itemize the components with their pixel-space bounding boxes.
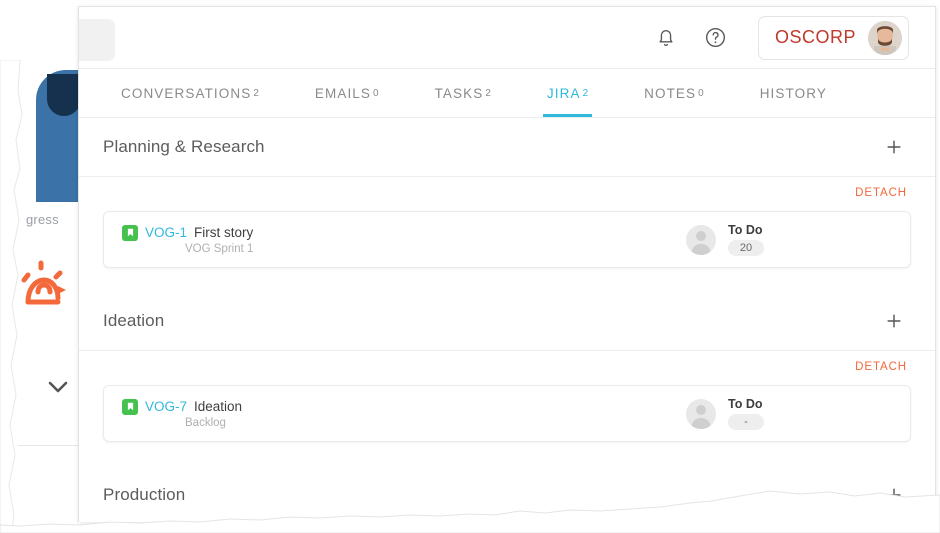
status-block: To Do - [728, 397, 764, 430]
status-block: To Do 20 [728, 223, 764, 256]
issue-key[interactable]: VOG-1 [145, 225, 187, 240]
assignee-avatar[interactable] [686, 398, 716, 429]
add-issue-button[interactable] [881, 134, 907, 160]
section-title: Production [103, 485, 186, 504]
tab-count: 2 [485, 87, 491, 99]
question-circle-icon[interactable] [704, 26, 728, 50]
tab-bar: CONVERSATIONS 2 EMAILS 0 TASKS 2 JIRA 2 … [79, 69, 935, 118]
issue-card-vog-7[interactable]: VOG-7 Ideation Backlog To Do - [103, 385, 911, 442]
story-icon [122, 224, 138, 241]
tab-conversations[interactable]: CONVERSATIONS 2 [117, 69, 263, 117]
story-icon [122, 398, 138, 415]
status-label: To Do [728, 223, 763, 237]
detach-button[interactable]: DETACH [855, 187, 907, 205]
issue-sprint: Backlog [185, 416, 226, 429]
organization-name: OSCORP [774, 27, 856, 47]
issue-status-area: To Do - [686, 397, 894, 430]
add-issue-button[interactable] [881, 308, 907, 334]
section-header-planning-research: Planning & Research [79, 118, 935, 177]
issue-title-row: VOG-7 Ideation [122, 398, 686, 415]
section-header-ideation: Ideation [79, 292, 935, 351]
issue-card-vog-1[interactable]: VOG-1 First story VOG Sprint 1 To Do 20 [103, 211, 911, 268]
tab-history[interactable]: HISTORY [756, 69, 833, 117]
issue-key[interactable]: VOG-7 [145, 399, 187, 414]
issue-info: VOG-1 First story VOG Sprint 1 [122, 224, 686, 255]
section-title: Planning & Research [103, 137, 265, 156]
issue-title-row: VOG-1 First story [122, 224, 686, 241]
tab-label: EMAILS [314, 85, 372, 101]
tab-label: NOTES [644, 85, 697, 101]
app-window: OSCORP CONVERSATIONS 2 EMAILS 0 TASKS 2 … [78, 6, 936, 522]
top-bar: OSCORP [79, 7, 935, 69]
tab-count: 2 [253, 87, 259, 99]
add-issue-button[interactable] [881, 482, 907, 508]
detach-row: DETACH [79, 177, 935, 205]
torn-edge-left [0, 60, 23, 530]
assignee-avatar[interactable] [686, 224, 716, 255]
tab-label: TASKS [434, 85, 484, 101]
tab-count: 0 [698, 87, 704, 99]
section-title: Ideation [103, 311, 165, 330]
tab-label: HISTORY [759, 85, 827, 101]
tab-jira[interactable]: JIRA 2 [542, 69, 593, 117]
organization-chip[interactable]: OSCORP [757, 15, 909, 60]
detach-row: DETACH [79, 351, 935, 379]
status-badge: 20 [728, 240, 764, 256]
tab-count: 0 [373, 87, 379, 99]
status-badge: - [728, 414, 764, 430]
logo-placeholder [79, 19, 115, 61]
tab-notes[interactable]: NOTES 0 [640, 69, 708, 117]
status-label: To Do [728, 397, 763, 411]
avatar[interactable] [868, 20, 902, 55]
tab-emails[interactable]: EMAILS 0 [311, 69, 383, 117]
issue-status-area: To Do 20 [686, 223, 894, 256]
detach-button[interactable]: DETACH [855, 361, 907, 379]
section-header-production: Production [79, 466, 935, 522]
issue-info: VOG-7 Ideation Backlog [122, 398, 686, 429]
tab-count: 2 [582, 87, 589, 99]
jira-panel: Planning & Research DETACH VOG-1 First s… [79, 118, 935, 522]
tab-label: CONVERSATIONS [121, 85, 252, 101]
bell-icon[interactable] [654, 26, 678, 50]
issue-summary: First story [194, 225, 254, 240]
tab-label: JIRA [546, 85, 581, 101]
tab-tasks[interactable]: TASKS 2 [431, 69, 495, 117]
issue-sprint: VOG Sprint 1 [185, 242, 254, 255]
issue-summary: Ideation [194, 399, 243, 414]
